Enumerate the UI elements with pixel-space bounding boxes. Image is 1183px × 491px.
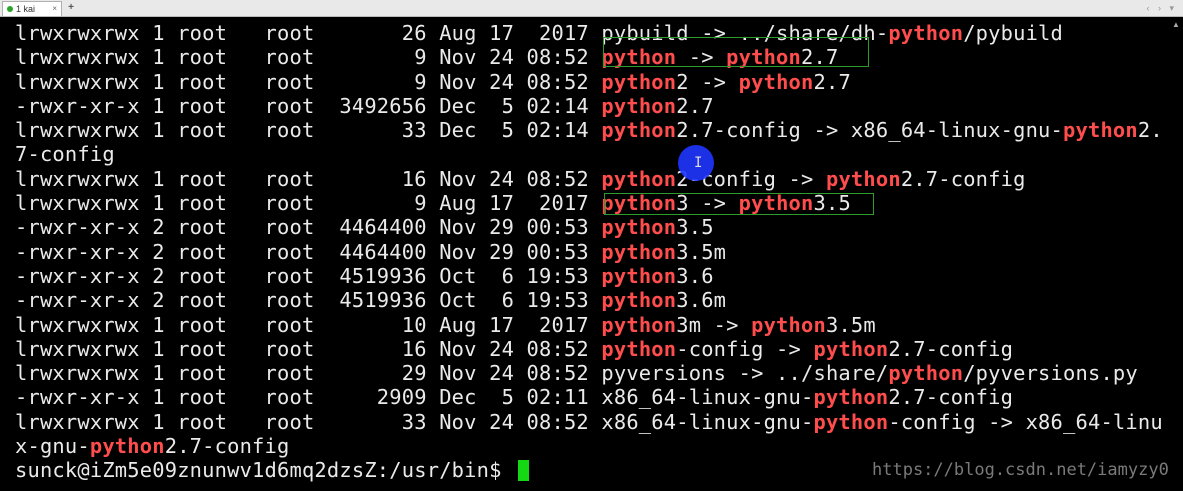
terminal-text: 2.7 <box>676 93 714 118</box>
terminal-text: 3.5m <box>825 312 876 337</box>
tab-navigation[interactable]: ‹ › ▾ <box>1146 1 1177 15</box>
annotation-box-python3 <box>604 193 874 215</box>
highlighted-match: python <box>601 288 677 313</box>
terminal-text: lrwxrwxrwx 1 root root 16 Nov 24 08:52 <box>15 336 602 361</box>
scrollbar[interactable]: ▲ <box>1169 18 1183 491</box>
terminal-text: lrwxrwxrwx 1 root root 16 Nov 24 08:52 <box>15 166 602 191</box>
terminal-text: -rwxr-xr-x 2 root root 4464400 Nov 29 00… <box>15 239 602 264</box>
highlighted-match: python <box>738 69 814 94</box>
highlighted-match: python <box>601 166 677 191</box>
highlighted-match: python <box>751 312 826 337</box>
terminal-text: 3.6m <box>676 288 727 313</box>
tab-bar: 1 kai × + ‹ › ▾ <box>0 0 1183 17</box>
scroll-up-icon[interactable]: ▲ <box>1172 20 1180 29</box>
terminal-text: lrwxrwxrwx 1 root root 10 Aug 17 2017 <box>15 312 602 337</box>
highlighted-match: python <box>825 166 901 191</box>
terminal-line: lrwxrwxrwx 1 root root 16 Nov 24 08:52 p… <box>15 167 1165 191</box>
highlighted-match: python <box>813 409 889 434</box>
terminal-text: 3.6 <box>676 263 714 288</box>
highlighted-match: python <box>601 312 677 337</box>
terminal-line: lrwxrwxrwx 1 root root 9 Aug 17 2017 pyt… <box>15 191 1165 215</box>
highlighted-match: python <box>888 21 964 45</box>
terminal-text: /pyversions.py <box>963 361 1138 386</box>
terminal-line: -rwxr-xr-x 2 root root 4519936 Oct 6 19:… <box>15 288 1165 312</box>
terminal-line: 7-config <box>15 142 1165 166</box>
terminal-line: lrwxrwxrwx 1 root root 33 Dec 5 02:14 py… <box>15 118 1165 142</box>
terminal-tab[interactable]: 1 kai × <box>2 1 62 16</box>
terminal-text: lrwxrwxrwx 1 root root 9 Aug 17 2017 <box>15 191 602 216</box>
terminal-text: -rwxr-xr-x 2 root root 4519936 Oct 6 19:… <box>15 288 602 313</box>
highlighted-match: python <box>601 215 677 240</box>
text-cursor-icon: I <box>694 155 703 171</box>
highlighted-match: python <box>813 336 889 361</box>
terminal-text: -rwxr-xr-x 1 root root 3492656 Dec 5 02:… <box>15 93 602 118</box>
highlighted-match: python <box>601 93 677 118</box>
watermark: https://blog.csdn.net/iamyzy00 <box>872 460 1180 480</box>
terminal-text: 3.5m <box>676 239 727 264</box>
highlighted-match: python <box>601 336 677 361</box>
terminal-line: -rwxr-xr-x 2 root root 4464400 Nov 29 00… <box>15 240 1165 264</box>
terminal-text: 2.7-config <box>888 385 1014 410</box>
shell-prompt: sunck@iZm5e09znunwv1d6mq2dzsZ:/usr/bin$ <box>15 458 515 483</box>
terminal-output[interactable]: lrwxrwxrwx 1 root root 26 Aug 17 2017 py… <box>15 21 1165 491</box>
terminal-text: 3.5 <box>676 215 714 240</box>
terminal-text: 7-config <box>15 142 115 167</box>
terminal-text: lrwxrwxrwx 1 root root 9 Nov 24 08:52 <box>15 69 602 94</box>
terminal-line: lrwxrwxrwx 1 root root 29 Nov 24 08:52 p… <box>15 361 1165 385</box>
terminal-line: lrwxrwxrwx 1 root root 10 Aug 17 2017 py… <box>15 313 1165 337</box>
terminal-line: lrwxrwxrwx 1 root root 33 Nov 24 08:52 x… <box>15 410 1165 434</box>
terminal-line: lrwxrwxrwx 1 root root 26 Aug 17 2017 py… <box>15 21 1165 45</box>
highlighted-match: python <box>89 434 165 459</box>
terminal-line: -rwxr-xr-x 1 root root 3492656 Dec 5 02:… <box>15 94 1165 118</box>
terminal-text: -config -> <box>676 336 814 361</box>
terminal-text: x-gnu- <box>15 434 90 459</box>
terminal-text: 2.7 <box>813 69 851 94</box>
new-tab-button[interactable]: + <box>65 1 77 15</box>
terminal-text: lrwxrwxrwx 1 root root 33 Dec 5 02:14 <box>15 118 602 143</box>
terminal-line: lrwxrwxrwx 1 root root 16 Nov 24 08:52 p… <box>15 337 1165 361</box>
terminal-text: 2. <box>1137 118 1163 143</box>
terminal-text: 2.7-config <box>900 166 1026 191</box>
terminal-text: 3m -> <box>676 312 752 337</box>
terminal-line: lrwxrwxrwx 1 root root 9 Nov 24 08:52 py… <box>15 70 1165 94</box>
highlighted-match: python <box>601 239 677 264</box>
terminal-text: 2 -> <box>676 69 739 94</box>
terminal-text: 2.7-config <box>164 434 290 459</box>
close-icon[interactable]: × <box>52 3 57 15</box>
terminal-line: -rwxr-xr-x 2 root root 4519936 Oct 6 19:… <box>15 264 1165 288</box>
highlighted-match: python <box>601 118 677 143</box>
terminal-text: /pybuild <box>963 21 1064 45</box>
highlighted-match: python <box>601 69 677 94</box>
terminal-line: lrwxrwxrwx 1 root root 9 Nov 24 08:52 py… <box>15 45 1165 69</box>
highlighted-match: python <box>888 361 964 386</box>
terminal-text: -rwxr-xr-x 1 root root 2909 Dec 5 02:11 … <box>15 385 814 410</box>
tab-label: 1 kai <box>16 4 36 14</box>
terminal-text: -rwxr-xr-x 2 root root 4519936 Oct 6 19:… <box>15 263 602 288</box>
terminal-text: lrwxrwxrwx 1 root root 29 Nov 24 08:52 p… <box>15 361 889 386</box>
terminal-text: -rwxr-xr-x 2 root root 4464400 Nov 29 00… <box>15 215 602 240</box>
terminal-line: x-gnu-python2.7-config <box>15 434 1165 458</box>
highlighted-match: python <box>1063 118 1138 143</box>
connected-status-icon <box>7 6 13 12</box>
terminal-cursor <box>518 460 530 482</box>
highlighted-match: python <box>813 385 889 410</box>
terminal-text: 2.7-config <box>888 336 1014 361</box>
terminal-text: lrwxrwxrwx 1 root root 9 Nov 24 08:52 <box>15 45 602 70</box>
highlighted-match: python <box>601 263 677 288</box>
terminal-text: -config -> x86_64-linu <box>888 409 1163 434</box>
terminal-line: -rwxr-xr-x 1 root root 2909 Dec 5 02:11 … <box>15 385 1165 409</box>
terminal-text: 2.7-config -> x86_64-linux-gnu- <box>676 118 1064 143</box>
annotation-box-python <box>603 37 869 67</box>
terminal-line: -rwxr-xr-x 2 root root 4464400 Nov 29 00… <box>15 215 1165 239</box>
terminal-text: lrwxrwxrwx 1 root root 33 Nov 24 08:52 x… <box>15 409 814 434</box>
